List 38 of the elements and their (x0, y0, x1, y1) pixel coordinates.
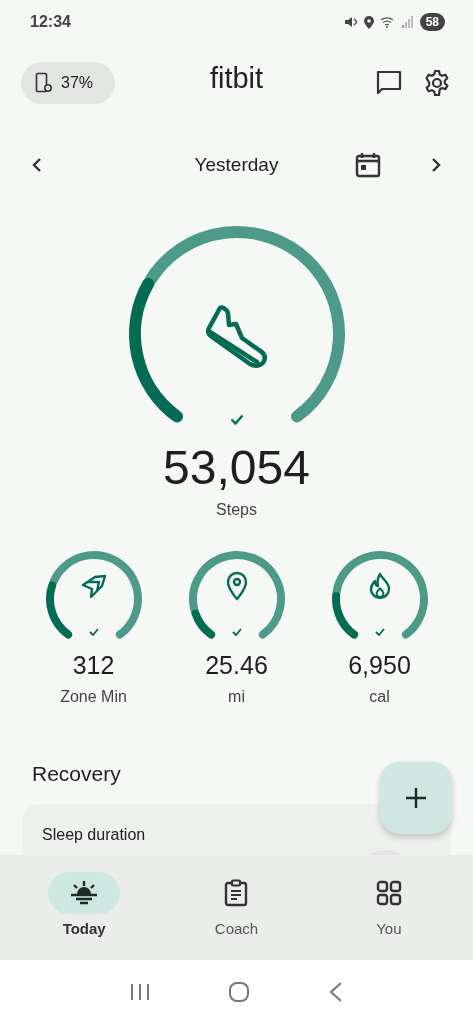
recent-apps-icon[interactable] (128, 982, 151, 1002)
clipboard-icon (224, 879, 249, 907)
wifi-icon (379, 16, 396, 28)
flame-icon (368, 571, 391, 600)
stat-value: 6,950 (348, 651, 411, 680)
battery-indicator: 58 (419, 13, 445, 31)
phone-watch-icon (35, 72, 53, 94)
sunrise-icon (69, 880, 100, 906)
previous-day-button[interactable] (30, 157, 44, 173)
stat-label: cal (369, 688, 390, 706)
nav-tab[interactable]: Today (34, 871, 135, 938)
nav-tab[interactable]: You (338, 871, 439, 938)
location-pin-icon (225, 570, 248, 601)
sleep-card[interactable]: Sleep duration (22, 804, 451, 855)
messages-button[interactable] (375, 69, 403, 97)
plus-icon (405, 787, 427, 809)
settings-button[interactable] (423, 69, 451, 97)
calendar-button[interactable] (355, 151, 381, 179)
stat-label: Zone Min (60, 688, 127, 706)
stat-value: 25.46 (205, 651, 268, 680)
stat-label: mi (228, 688, 245, 706)
device-battery-chip[interactable]: 37% (21, 62, 116, 104)
clock-time: 12:34 (30, 13, 71, 31)
section-heading: Recovery (32, 762, 121, 786)
signal-icon (401, 16, 414, 28)
next-day-button[interactable] (429, 157, 443, 173)
chevron-arrows-icon (79, 572, 108, 599)
card-title: Sleep duration (42, 826, 146, 843)
stat-value: 312 (72, 651, 115, 680)
steps-label: Steps (216, 501, 257, 519)
mute-icon (343, 16, 358, 28)
home-icon[interactable] (228, 981, 251, 1003)
nav-tab[interactable]: Coach (186, 871, 287, 938)
grid-icon (375, 880, 402, 906)
steps-count: 53,054 (163, 440, 310, 495)
date-label: Yesterday (194, 154, 279, 176)
location-icon (363, 15, 374, 29)
app-title: fitbit (209, 62, 264, 95)
